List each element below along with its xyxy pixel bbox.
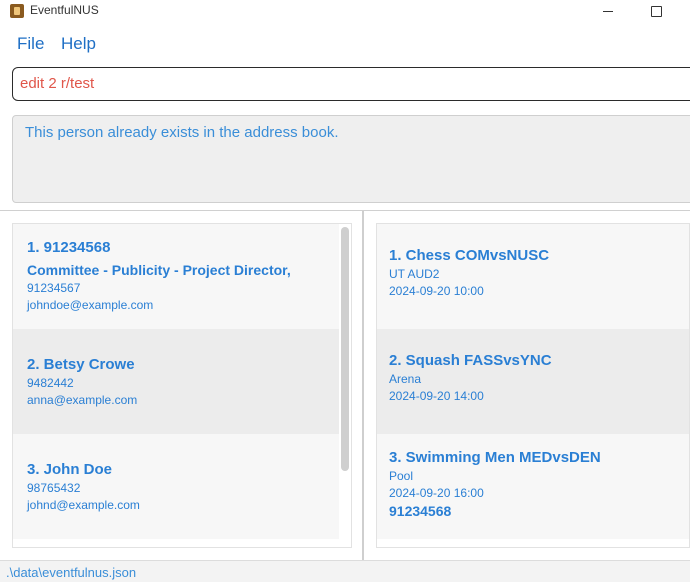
person-list-scrollbar[interactable] — [341, 227, 349, 471]
event-venue: Pool — [389, 469, 414, 483]
command-box: edit 2 r/test — [0, 62, 690, 106]
event-name: 2. Squash FASSvsYNC — [389, 352, 552, 369]
status-bar: .\data\eventfulnus.json — [0, 560, 690, 582]
data-file-path: .\data\eventfulnus.json — [6, 565, 137, 580]
person-email: johndoe@example.com — [27, 298, 154, 312]
event-card[interactable]: 1. Chess COMvsNUSC UT AUD2 2024-09-20 10… — [377, 224, 689, 329]
event-datetime: 2024-09-20 10:00 — [389, 284, 484, 298]
event-name: 1. Chess COMvsNUSC — [389, 247, 550, 264]
window-title: EventfulNUS — [30, 3, 99, 17]
person-role: Committee - Publicity - Project Director… — [27, 262, 291, 278]
person-card[interactable]: 1. 91234568 Committee - Publicity - Proj… — [13, 224, 339, 329]
command-input[interactable]: edit 2 r/test — [12, 67, 690, 101]
event-card[interactable]: 2. Squash FASSvsYNC Arena 2024-09-20 14:… — [377, 329, 689, 434]
result-message: This person already exists in the addres… — [12, 115, 690, 203]
event-list-panel: 1. Chess COMvsNUSC UT AUD2 2024-09-20 10… — [364, 211, 690, 560]
result-display: This person already exists in the addres… — [0, 106, 690, 210]
event-datetime: 2024-09-20 14:00 — [389, 389, 484, 403]
person-name: 2. Betsy Crowe — [27, 356, 135, 373]
event-venue: Arena — [389, 372, 422, 386]
person-card[interactable]: 3. John Doe 98765432 johnd@example.com — [13, 434, 339, 539]
menu-help[interactable]: Help — [61, 34, 96, 54]
event-name: 3. Swimming Men MEDvsDEN — [389, 449, 601, 466]
event-participant: 91234568 — [389, 503, 452, 519]
event-venue: UT AUD2 — [389, 267, 440, 281]
person-phone: 98765432 — [27, 481, 81, 495]
person-list[interactable]: 1. 91234568 Committee - Publicity - Proj… — [12, 223, 352, 548]
person-name: 1. 91234568 — [27, 239, 111, 256]
person-email: johnd@example.com — [27, 498, 140, 512]
person-list-panel: 1. 91234568 Committee - Publicity - Proj… — [0, 211, 362, 560]
person-email: anna@example.com — [27, 393, 138, 407]
person-phone: 9482442 — [27, 376, 74, 390]
event-datetime: 2024-09-20 16:00 — [389, 486, 484, 500]
event-list[interactable]: 1. Chess COMvsNUSC UT AUD2 2024-09-20 10… — [376, 223, 690, 548]
maximize-button[interactable] — [636, 0, 676, 22]
app-icon — [10, 4, 24, 18]
person-card[interactable]: 2. Betsy Crowe 9482442 anna@example.com — [13, 329, 339, 434]
menu-bar: File Help — [0, 22, 690, 62]
minimize-button[interactable] — [588, 0, 628, 22]
event-card[interactable]: 3. Swimming Men MEDvsDEN Pool 2024-09-20… — [377, 434, 689, 539]
menu-file[interactable]: File — [17, 34, 44, 54]
person-name: 3. John Doe — [27, 461, 113, 478]
title-bar: EventfulNUS — [0, 0, 690, 22]
person-phone: 91234567 — [27, 281, 81, 295]
